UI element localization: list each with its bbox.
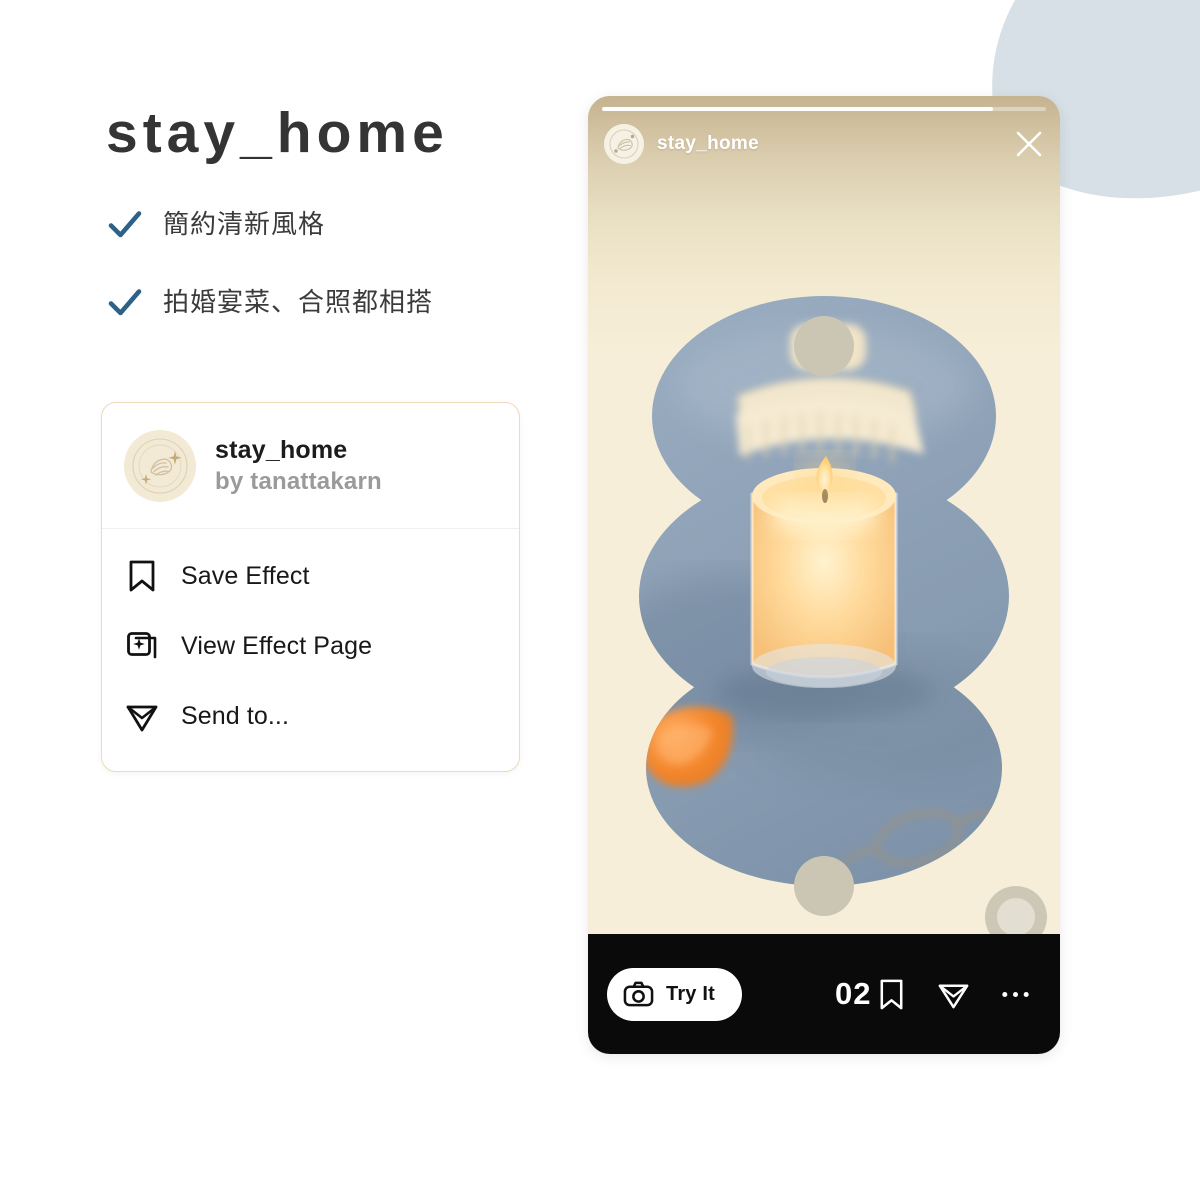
- effect-page-icon: [127, 632, 157, 659]
- story-photo: [588, 96, 1060, 934]
- list-item: 簡約清新風格: [106, 206, 536, 244]
- left-content-column: stay_home 簡約清新風格 拍婚宴菜、合照都相搭: [106, 101, 536, 362]
- story-progress-fill: [602, 107, 993, 111]
- deco-dot: [794, 316, 854, 376]
- story-header: stay_home: [604, 122, 1046, 166]
- camera-icon: [623, 981, 654, 1006]
- bookmark-icon[interactable]: [875, 978, 908, 1011]
- try-it-button[interactable]: Try It: [607, 967, 742, 1021]
- feature-bullet-list: 簡約清新風格 拍婚宴菜、合照都相搭: [106, 206, 536, 322]
- story-action-bar: Try It 02: [588, 934, 1060, 1054]
- effect-card: stay_home by tanattakarn Save Effect Vie…: [101, 402, 520, 772]
- check-icon: [108, 211, 142, 238]
- story-preview-phone: stay_home Try It 02: [588, 96, 1060, 1054]
- menu-item-send-to[interactable]: Send to...: [102, 681, 519, 751]
- effect-title: stay_home: [215, 436, 348, 464]
- effect-card-header: stay_home by tanattakarn: [102, 403, 519, 529]
- story-counter: 02: [835, 976, 872, 1011]
- story-bar-actions: [875, 978, 1032, 1011]
- story-progress-bar: [602, 107, 1046, 111]
- menu-item-save-effect[interactable]: Save Effect: [102, 541, 519, 611]
- try-it-label: Try It: [666, 982, 715, 1005]
- list-item-label: 拍婚宴菜、合照都相搭: [163, 286, 434, 317]
- send-icon[interactable]: [937, 978, 970, 1011]
- list-item-label: 簡約清新風格: [163, 208, 326, 239]
- close-icon[interactable]: [1012, 127, 1046, 161]
- menu-item-label: Send to...: [181, 701, 290, 730]
- story-username: stay_home: [657, 133, 759, 154]
- effect-card-menu: Save Effect View Effect Page Send to...: [102, 529, 519, 771]
- list-item: 拍婚宴菜、合照都相搭: [106, 284, 536, 322]
- poster-canvas: stay_home 簡約清新風格 拍婚宴菜、合照都相搭 stay_home by…: [0, 0, 1200, 1200]
- menu-item-label: View Effect Page: [181, 631, 373, 660]
- effect-avatar-icon: [124, 430, 196, 502]
- page-title: stay_home: [106, 101, 449, 165]
- story-avatar-icon[interactable]: [604, 124, 644, 164]
- more-options-icon[interactable]: [999, 978, 1032, 1011]
- effect-card-identity: stay_home by tanattakarn: [215, 436, 382, 496]
- check-icon: [108, 289, 142, 316]
- deco-dot: [794, 856, 854, 916]
- deco-ring: [985, 886, 1047, 934]
- story-media: stay_home: [588, 96, 1060, 934]
- menu-item-view-effect-page[interactable]: View Effect Page: [102, 611, 519, 681]
- send-icon: [126, 705, 158, 732]
- menu-item-label: Save Effect: [181, 561, 310, 590]
- effect-author: by tanattakarn: [215, 468, 382, 495]
- bookmark-icon: [129, 560, 155, 592]
